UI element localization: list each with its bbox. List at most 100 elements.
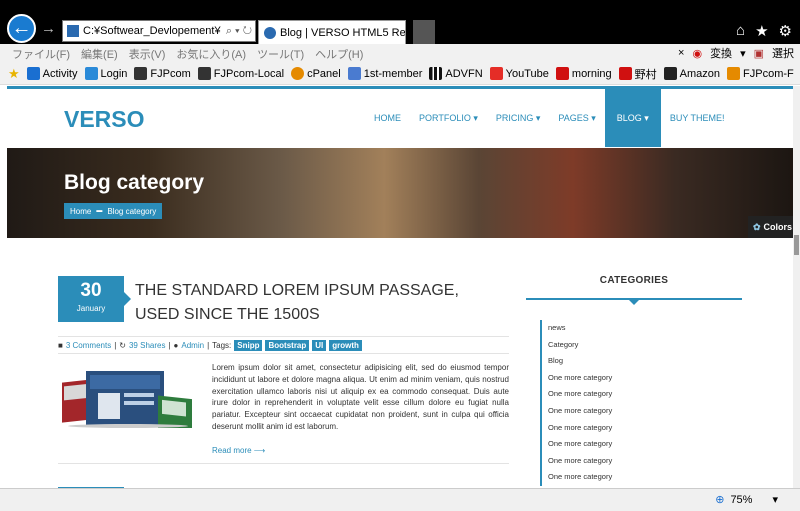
date-badge-pointer bbox=[124, 292, 131, 306]
scrollbar-thumb[interactable] bbox=[794, 235, 799, 255]
post-date-badge: 30 January bbox=[58, 276, 124, 322]
web-page: VERSO HOME PORTFOLIO ▾ PRICING ▾ PAGES ▾… bbox=[7, 86, 793, 488]
nav-portfolio[interactable]: PORTFOLIO ▾ bbox=[410, 89, 487, 147]
menu-file[interactable]: ファイル(F) bbox=[12, 46, 70, 62]
meta-separator: | bbox=[207, 340, 210, 350]
zoom-control[interactable]: ⊕ 75% ▾ bbox=[715, 493, 778, 507]
fav-youtube[interactable]: YouTube bbox=[489, 67, 549, 80]
read-more-link[interactable]: Read more ⟶ bbox=[212, 446, 265, 455]
favorites-bar: ★ Activity Login FJPcom FJPcom-Local cPa… bbox=[0, 63, 800, 85]
vertical-scrollbar[interactable] bbox=[793, 86, 800, 488]
category-item[interactable]: Category bbox=[542, 337, 740, 354]
author-link[interactable]: Admin bbox=[181, 341, 204, 350]
menu-favorites[interactable]: お気に入り(A) bbox=[176, 46, 246, 62]
category-item[interactable]: One more category bbox=[542, 436, 740, 453]
fav-advfn[interactable]: ADVFN bbox=[429, 67, 483, 80]
tag-ui[interactable]: UI bbox=[312, 339, 327, 351]
bar-chart-icon bbox=[429, 67, 443, 80]
tag-bootstrap[interactable]: Bootstrap bbox=[265, 339, 310, 351]
post-day: 30 bbox=[80, 280, 102, 301]
site-logo[interactable]: VERSO bbox=[64, 106, 145, 133]
tag-snipp[interactable]: Snipp bbox=[234, 339, 263, 351]
tags-label: Tags: bbox=[212, 340, 232, 350]
breadcrumb-separator: ▬ bbox=[96, 208, 103, 214]
gear-icon[interactable]: ⚙ bbox=[779, 22, 792, 40]
fav-fjpcom-local[interactable]: FJPcom-Local bbox=[197, 67, 284, 80]
menu-edit[interactable]: 編集(E) bbox=[81, 46, 118, 62]
fav-nomura[interactable]: 野村 bbox=[618, 66, 657, 82]
site-icon bbox=[727, 67, 741, 80]
breadcrumb: Home ▬ Blog category bbox=[64, 203, 163, 219]
meta-separator: | bbox=[114, 340, 117, 350]
select-button[interactable]: 選択 bbox=[772, 45, 794, 61]
nav-buy-theme[interactable]: BUY THEME! bbox=[661, 89, 734, 147]
post-month: January bbox=[76, 304, 106, 313]
category-item[interactable]: One more category bbox=[542, 420, 740, 437]
category-item[interactable]: One more category bbox=[542, 370, 740, 387]
categories-heading: CATEGORIES bbox=[599, 275, 669, 286]
forward-arrow-icon[interactable]: → bbox=[41, 20, 56, 37]
comments-link[interactable]: 3 Comments bbox=[66, 341, 111, 350]
member-icon bbox=[347, 67, 361, 80]
page-title: Blog category bbox=[64, 171, 205, 194]
tab-title: Blog | VERSO HTML5 Re... bbox=[280, 26, 406, 39]
fav-1st-member[interactable]: 1st-member bbox=[347, 67, 422, 80]
menu-help[interactable]: ヘルプ(H) bbox=[315, 46, 363, 62]
category-item[interactable]: One more category bbox=[542, 453, 740, 470]
post-excerpt: Lorem ipsum dolor sit amet, consectetur … bbox=[212, 363, 509, 431]
fav-fjpcom-f[interactable]: FJPcom-F bbox=[727, 67, 794, 80]
chevron-down-icon[interactable]: ▾ bbox=[740, 47, 746, 60]
menu-bar: ファイル(F) 編集(E) 表示(V) お気に入り(A) ツール(T) ヘルプ(… bbox=[0, 44, 800, 63]
window-icons: ⌂ ★ ⚙ bbox=[736, 22, 792, 40]
nomura-icon bbox=[618, 67, 632, 80]
category-item[interactable]: Blog bbox=[542, 353, 740, 370]
login-icon bbox=[84, 67, 98, 80]
user-icon: ● bbox=[173, 340, 179, 350]
comment-icon: ■ bbox=[58, 340, 63, 350]
convert-button[interactable]: 変換 bbox=[710, 45, 732, 61]
share-icon: ↻ bbox=[119, 340, 126, 350]
nav-pricing[interactable]: PRICING ▾ bbox=[487, 89, 550, 147]
fav-fjpcom[interactable]: FJPcom bbox=[134, 67, 191, 80]
home-icon[interactable]: ⌂ bbox=[736, 22, 745, 40]
status-bar: ⊕ 75% ▾ bbox=[0, 488, 800, 511]
amazon-icon bbox=[663, 67, 677, 80]
colors-button[interactable]: ✿ Colors bbox=[748, 216, 793, 238]
nav-pages[interactable]: PAGES ▾ bbox=[549, 89, 604, 147]
new-tab-button[interactable] bbox=[413, 20, 435, 44]
category-item[interactable]: One more category bbox=[542, 403, 740, 420]
shares-link[interactable]: 39 Shares bbox=[129, 341, 165, 350]
category-item[interactable]: One more category bbox=[542, 386, 740, 403]
add-favorite-star-icon[interactable]: ★ bbox=[8, 66, 20, 82]
address-tools-icon[interactable]: ⌕ ▾ ↻ bbox=[225, 24, 255, 38]
menu-view[interactable]: 表示(V) bbox=[129, 46, 166, 62]
category-item[interactable]: One more category bbox=[542, 469, 740, 486]
browser-tab[interactable]: Blog | VERSO HTML5 Re... × bbox=[258, 20, 406, 44]
address-bar[interactable]: C:¥Softwear_Devlopement¥ ⌕ ▾ ↻ bbox=[62, 20, 256, 42]
nav-home[interactable]: HOME bbox=[365, 89, 410, 147]
nav-blog[interactable]: BLOG ▾ bbox=[604, 89, 661, 147]
tag-growth[interactable]: growth bbox=[329, 339, 362, 351]
palette-icon: ✿ bbox=[753, 221, 761, 232]
menu-tools[interactable]: ツール(T) bbox=[257, 46, 304, 62]
fav-morning[interactable]: morning bbox=[555, 67, 612, 80]
ie-icon bbox=[291, 67, 305, 80]
fav-activity[interactable]: Activity bbox=[26, 67, 78, 80]
chevron-down-icon[interactable]: ▾ bbox=[772, 493, 778, 506]
post-title[interactable]: THE STANDARD LOREM IPSUM PASSAGE, USED S… bbox=[135, 279, 495, 327]
close-icon[interactable]: × bbox=[678, 47, 684, 59]
zoom-level: 75% bbox=[730, 493, 753, 506]
translate-icon: ◉ bbox=[692, 47, 703, 60]
behance-icon bbox=[26, 67, 40, 80]
post-thumbnail[interactable] bbox=[58, 363, 198, 428]
page-icon bbox=[67, 25, 79, 37]
fav-cpanel[interactable]: cPanel bbox=[291, 67, 341, 80]
menu-right-tools: × ◉ 変換 ▾ ▣ 選択 bbox=[678, 45, 794, 61]
category-item[interactable]: news bbox=[542, 320, 740, 337]
fav-amazon[interactable]: Amazon bbox=[663, 67, 720, 80]
favorites-star-icon[interactable]: ★ bbox=[755, 22, 768, 40]
breadcrumb-home[interactable]: Home bbox=[70, 207, 91, 216]
categories-pointer bbox=[629, 300, 639, 305]
back-arrow-icon[interactable]: ← bbox=[7, 14, 36, 43]
fav-login[interactable]: Login bbox=[84, 67, 127, 80]
